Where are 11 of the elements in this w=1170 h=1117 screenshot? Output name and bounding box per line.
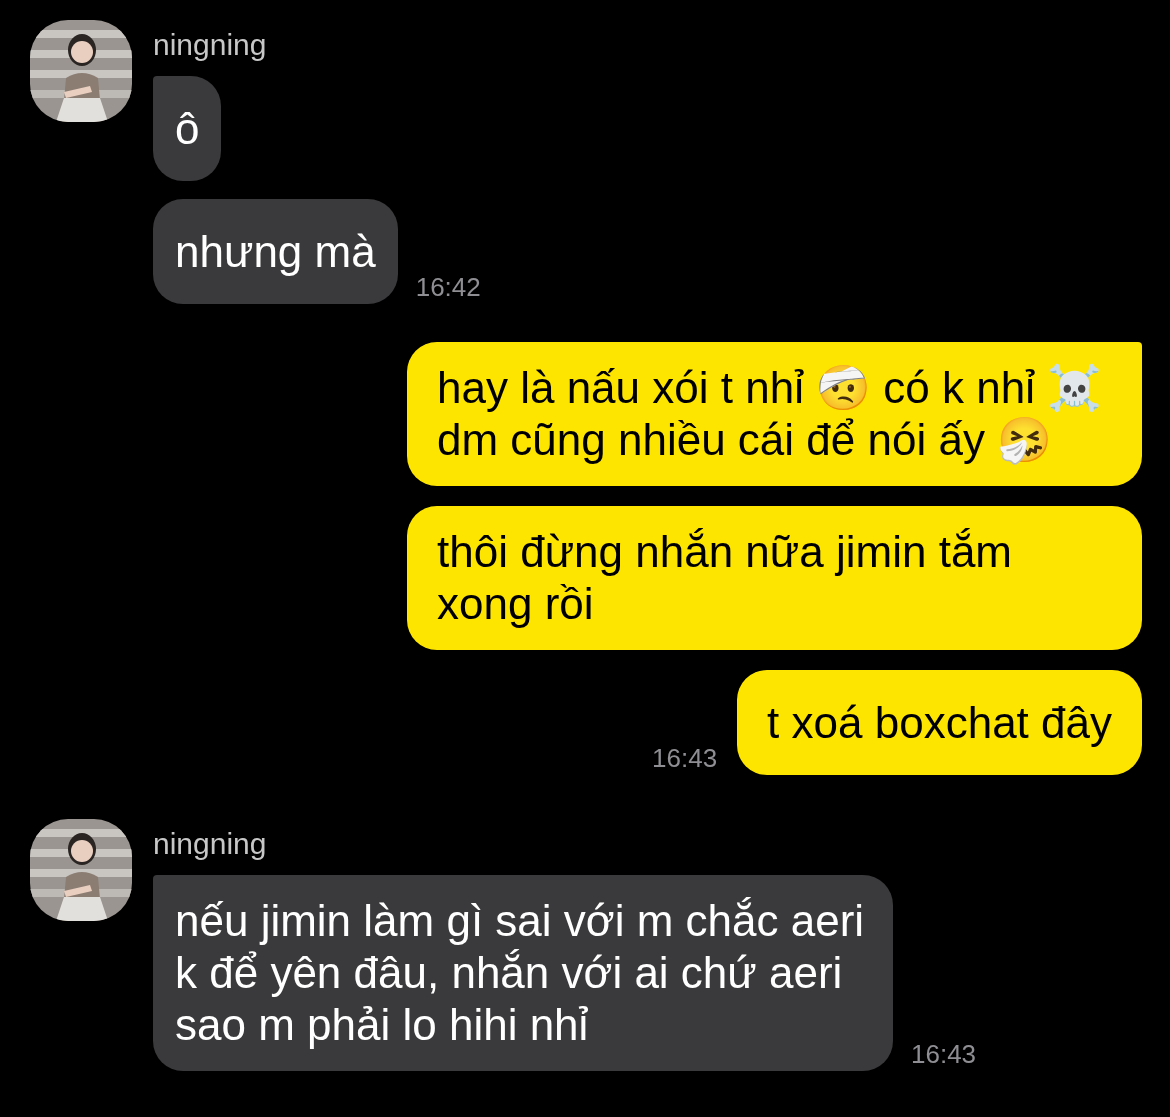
message-bubble: nếu jimin làm gì sai với m chắc aeri k để yên đâu, nhắn với ai chứ aeri sao m phải lo hihi nhỉ bbox=[153, 875, 893, 1071]
message-bubble: thôi đừng nhắn nữa jimin tắm xong rồi bbox=[407, 506, 1142, 650]
message-bubble: t xoá boxchat đây bbox=[737, 670, 1142, 775]
sender-name: ningning bbox=[153, 30, 268, 60]
message-time: 16:42 bbox=[415, 274, 481, 304]
message-time: 16:43 bbox=[911, 1041, 977, 1071]
message-bubble: nhưng mà bbox=[153, 199, 398, 304]
sender-name: ningning bbox=[153, 829, 268, 859]
message-bubble: hay là nấu xói t nhỉ 🤕 có k nhỉ ☠ dm cũng nhiều cái để nói ấy 🤧 bbox=[407, 342, 1142, 486]
message-bubble: ô bbox=[153, 76, 222, 181]
message-time: 16:43 bbox=[652, 745, 718, 775]
